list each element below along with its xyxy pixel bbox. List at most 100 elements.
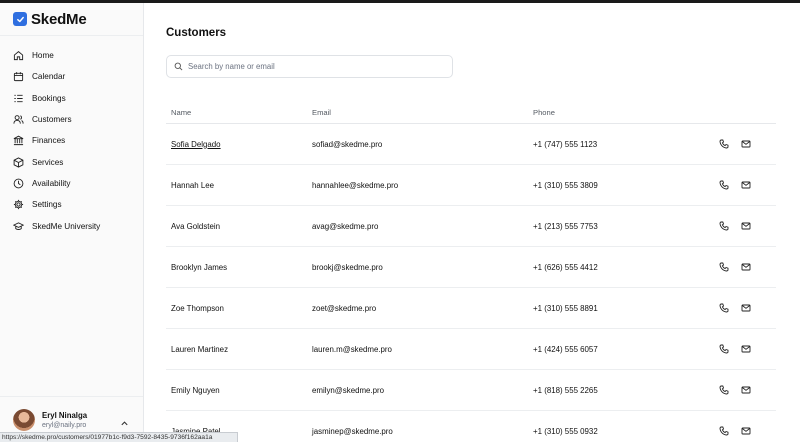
page-title: Customers <box>166 27 227 39</box>
mail-icon[interactable] <box>741 139 751 149</box>
gear-icon <box>13 199 24 210</box>
calendar-icon <box>13 71 24 82</box>
graduation-cap-icon <box>13 221 24 232</box>
sidebar-item-bookings[interactable]: Bookings <box>0 88 143 109</box>
customer-email: emilyn@skedme.pro <box>312 385 385 395</box>
search-box[interactable] <box>166 55 453 78</box>
sidebar-item-label: Services <box>32 157 64 167</box>
list-icon <box>13 93 24 104</box>
app-name: SkedMe <box>31 10 87 28</box>
sidebar-item-settings[interactable]: Settings <box>0 194 143 215</box>
sidebar-item-label: Calendar <box>32 72 66 82</box>
table-header: Name Email Phone <box>166 101 776 124</box>
customer-name[interactable]: Emily Nguyen <box>166 386 312 395</box>
avatar <box>13 408 35 431</box>
sidebar-item-calendar[interactable]: Calendar <box>0 66 143 87</box>
customer-phone: +1 (424) 555 6057 <box>533 344 598 354</box>
chevron-up-icon[interactable] <box>120 415 129 426</box>
sidebar-item-label: Availability <box>32 178 71 188</box>
table-row[interactable]: Sofia Delgado sofiad@skedme.pro +1 (747)… <box>166 124 776 165</box>
customer-email: zoet@skedme.pro <box>312 303 377 313</box>
table-row[interactable]: Zoe Thompson zoet@skedme.pro +1 (310) 55… <box>166 288 776 329</box>
sidebar-item-home[interactable]: Home <box>0 45 143 66</box>
phone-icon[interactable] <box>719 262 729 272</box>
mail-icon[interactable] <box>741 344 751 354</box>
phone-icon[interactable] <box>719 139 729 149</box>
sidebar-item-label: Customers <box>32 115 72 125</box>
row-actions <box>719 303 751 313</box>
sidebar-item-label: Finances <box>32 136 66 146</box>
phone-icon[interactable] <box>719 385 729 395</box>
app-window: SkedMe Home Calendar Bookings Customers … <box>0 3 800 442</box>
search-icon <box>174 62 183 71</box>
customer-email: hannahlee@skedme.pro <box>312 180 399 190</box>
sidebar-item-label: Settings <box>32 200 62 210</box>
mail-icon[interactable] <box>741 221 751 231</box>
user-name: Eryl Ninalga <box>42 410 88 420</box>
customer-email: sofiad@skedme.pro <box>312 139 383 149</box>
table-row[interactable]: Hannah Lee hannahlee@skedme.pro +1 (310)… <box>166 165 776 206</box>
customer-email: lauren.m@skedme.pro <box>312 344 392 354</box>
mail-icon[interactable] <box>741 180 751 190</box>
customer-phone: +1 (818) 555 2265 <box>533 385 598 395</box>
customer-name[interactable]: Brooklyn James <box>166 263 312 272</box>
clock-icon <box>13 178 24 189</box>
customer-email: avag@skedme.pro <box>312 221 379 231</box>
customer-phone: +1 (747) 555 1123 <box>533 139 598 149</box>
user-email: eryl@naily.pro <box>42 421 87 429</box>
customer-name[interactable]: Hannah Lee <box>166 181 312 190</box>
table-row[interactable]: Emily Nguyen emilyn@skedme.pro +1 (818) … <box>166 370 776 411</box>
row-actions <box>719 139 751 149</box>
row-actions <box>719 426 751 436</box>
user-info: Eryl Ninalga eryl@naily.pro <box>42 411 87 429</box>
main-content: Customers Name Email Phone Sofia Delgado… <box>144 3 800 442</box>
phone-icon[interactable] <box>719 426 729 436</box>
table-row[interactable]: Jasmine Patel jasminep@skedme.pro +1 (31… <box>166 411 776 442</box>
column-header-email[interactable]: Email <box>312 108 533 117</box>
sidebar-item-finances[interactable]: Finances <box>0 130 143 151</box>
customer-name-link[interactable]: Sofia Delgado <box>166 140 312 149</box>
home-icon <box>13 50 24 61</box>
mail-icon[interactable] <box>741 426 751 436</box>
row-actions <box>719 262 751 272</box>
customer-email: brookj@skedme.pro <box>312 262 383 272</box>
customer-phone: +1 (310) 555 8891 <box>533 303 598 313</box>
column-header-name[interactable]: Name <box>166 108 312 117</box>
row-actions <box>719 180 751 190</box>
customers-table: Name Email Phone Sofia Delgado sofiad@sk… <box>166 101 776 442</box>
table-row[interactable]: Brooklyn James brookj@skedme.pro +1 (626… <box>166 247 776 288</box>
sidebar-item-services[interactable]: Services <box>0 151 143 172</box>
phone-icon[interactable] <box>719 344 729 354</box>
box-icon <box>13 157 24 168</box>
customer-name[interactable]: Lauren Martinez <box>166 345 312 354</box>
column-header-phone[interactable]: Phone <box>533 108 719 117</box>
customer-phone: +1 (213) 555 7753 <box>533 221 598 231</box>
customer-name[interactable]: Ava Goldstein <box>166 222 312 231</box>
sidebar-item-skedme-university[interactable]: SkedMe University <box>0 215 143 236</box>
sidebar-item-label: Bookings <box>32 93 66 103</box>
calendar-check-logo-icon <box>13 12 27 26</box>
sidebar-item-customers[interactable]: Customers <box>0 109 143 130</box>
phone-icon[interactable] <box>719 303 729 313</box>
logo[interactable]: SkedMe <box>0 3 143 36</box>
table-row[interactable]: Ava Goldstein avag@skedme.pro +1 (213) 5… <box>166 206 776 247</box>
sidebar-item-availability[interactable]: Availability <box>0 173 143 194</box>
phone-icon[interactable] <box>719 221 729 231</box>
table-row[interactable]: Lauren Martinez lauren.m@skedme.pro +1 (… <box>166 329 776 370</box>
sidebar-item-label: SkedMe University <box>32 221 101 231</box>
mail-icon[interactable] <box>741 262 751 272</box>
customer-name[interactable]: Zoe Thompson <box>166 304 312 313</box>
customer-phone: +1 (626) 555 4412 <box>533 262 598 272</box>
sidebar-item-label: Home <box>32 51 54 61</box>
customer-email: jasminep@skedme.pro <box>312 426 393 436</box>
sidebar-nav: Home Calendar Bookings Customers Finance… <box>0 36 143 237</box>
mail-icon[interactable] <box>741 385 751 395</box>
row-actions <box>719 385 751 395</box>
search-input[interactable] <box>188 62 438 71</box>
customer-phone: +1 (310) 555 3809 <box>533 180 598 190</box>
sidebar: SkedMe Home Calendar Bookings Customers … <box>0 3 144 442</box>
row-actions <box>719 221 751 231</box>
phone-icon[interactable] <box>719 180 729 190</box>
bank-icon <box>13 135 24 146</box>
mail-icon[interactable] <box>741 303 751 313</box>
